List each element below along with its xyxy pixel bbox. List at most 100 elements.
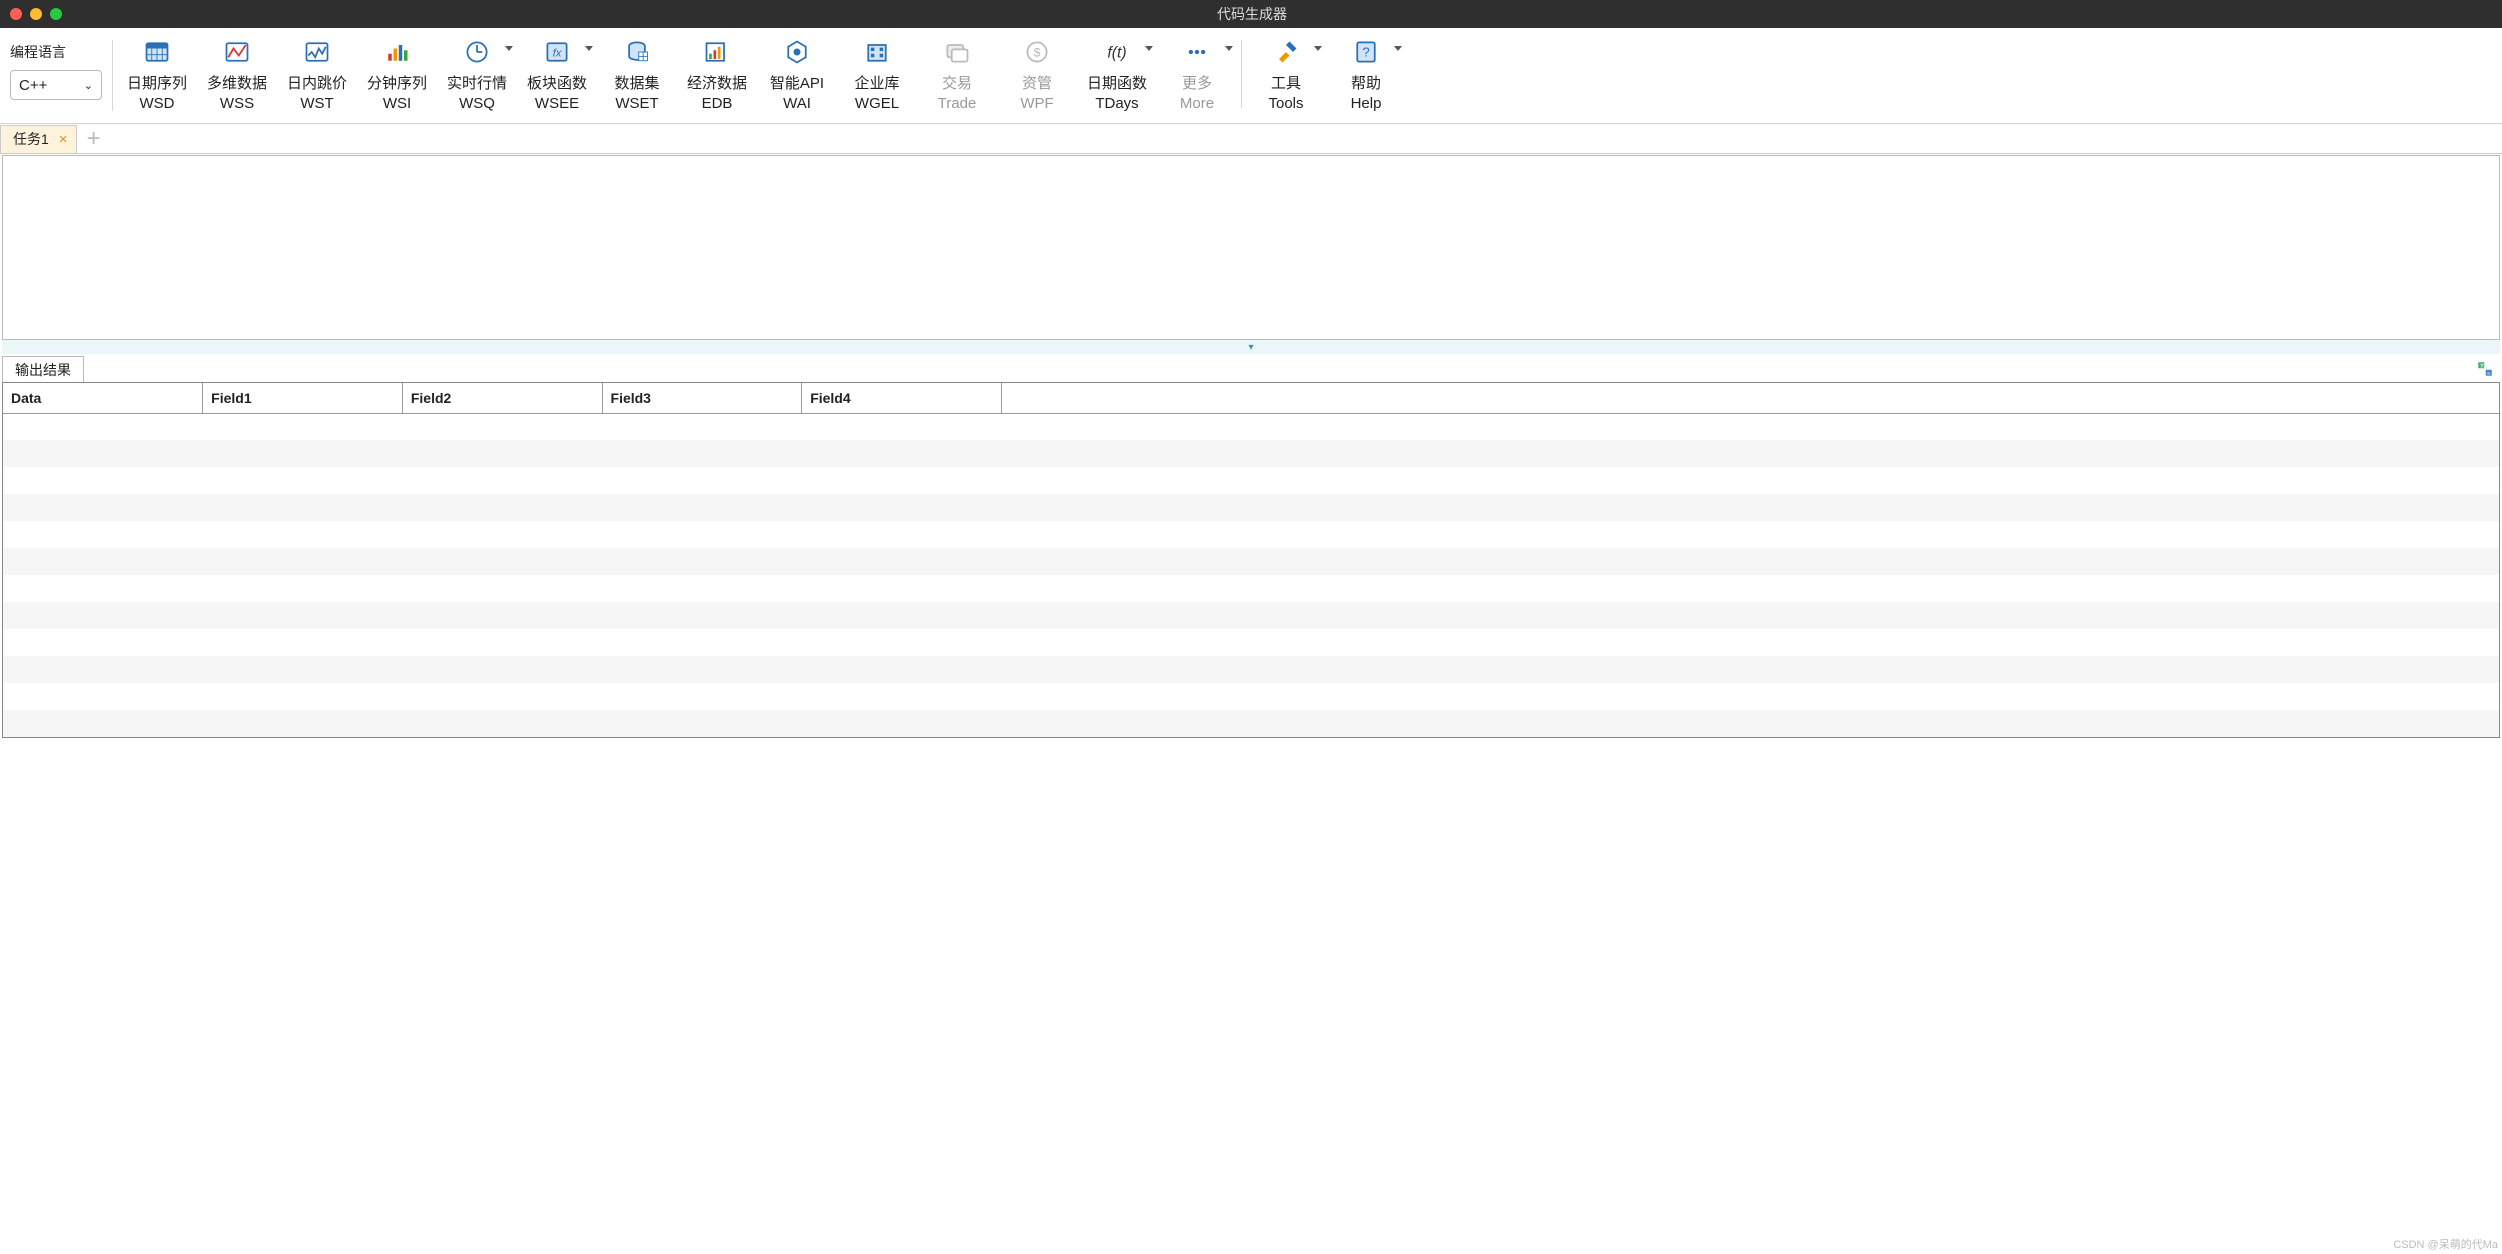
toolbar-label-1: 日内跳价 bbox=[287, 72, 347, 93]
output-tab-label: 输出结果 bbox=[15, 360, 71, 380]
table-row bbox=[3, 440, 2499, 467]
table-row bbox=[3, 467, 2499, 494]
wsd-icon bbox=[143, 36, 171, 68]
toolbar-label-2: Trade bbox=[938, 95, 977, 112]
toolbar-label-2: WPF bbox=[1020, 95, 1053, 112]
toolbar-wgel-button[interactable]: 企业库WGEL bbox=[837, 32, 917, 116]
chevron-down-icon bbox=[1145, 46, 1153, 51]
table-row bbox=[3, 413, 2499, 440]
chevron-down-icon bbox=[505, 46, 513, 51]
tools-icon bbox=[1272, 36, 1300, 68]
column-header[interactable]: Field3 bbox=[602, 383, 802, 413]
toolbar-label-1: 多维数据 bbox=[207, 72, 267, 93]
table-row bbox=[3, 548, 2499, 575]
trade-icon bbox=[943, 36, 971, 68]
toolbar-label-1: 资管 bbox=[1022, 72, 1052, 93]
minimize-window-button[interactable] bbox=[30, 8, 42, 20]
toolbar-label-1: 更多 bbox=[1182, 72, 1212, 93]
tdays-icon: f(t) bbox=[1103, 36, 1131, 68]
toolbar-label-1: 经济数据 bbox=[687, 72, 747, 93]
toolbar-help-button[interactable]: ? 帮助 Help bbox=[1326, 32, 1406, 116]
toolbar-label-2: TDays bbox=[1095, 95, 1138, 112]
toolbar-label-1: 实时行情 bbox=[447, 72, 507, 93]
toolbar-wst-button[interactable]: 日内跳价WST bbox=[277, 32, 357, 116]
toolbar-label-1: 数据集 bbox=[614, 72, 659, 93]
svg-text:$: $ bbox=[1034, 45, 1041, 59]
toolbar-wsee-button[interactable]: fx板块函数WSEE bbox=[517, 32, 597, 116]
toolbar-label-2: WSET bbox=[615, 95, 658, 112]
table-row bbox=[3, 494, 2499, 521]
column-header[interactable]: Field1 bbox=[203, 383, 403, 413]
chevron-down-icon bbox=[1225, 46, 1233, 51]
toolbar-wsi-button[interactable]: 分钟序列 WSI bbox=[357, 32, 437, 116]
titlebar: 代码生成器 bbox=[0, 0, 2502, 28]
task-tabstrip: 任务1 × + bbox=[0, 124, 2502, 154]
toolbar-wai-button[interactable]: 智能API WAI bbox=[757, 32, 837, 116]
close-icon[interactable]: × bbox=[59, 132, 68, 147]
toolbar-label-2: Help bbox=[1351, 95, 1382, 112]
svg-text:文: 文 bbox=[2480, 362, 2485, 369]
column-header[interactable]: Field2 bbox=[402, 383, 602, 413]
column-header[interactable]: Field4 bbox=[802, 383, 1002, 413]
translate-icon[interactable]: 文a bbox=[2474, 358, 2496, 380]
wgel-icon bbox=[863, 36, 891, 68]
wst-icon bbox=[303, 36, 331, 68]
toolbar-tdays-button[interactable]: f(t) 日期函数 TDays bbox=[1077, 32, 1157, 116]
edb-icon bbox=[703, 36, 731, 68]
collapse-handle[interactable]: ▾ bbox=[2, 340, 2500, 354]
toolbar-tools-button[interactable]: 工具 Tools bbox=[1246, 32, 1326, 116]
toolbar-wsd-button[interactable]: 日期序列 WSD bbox=[117, 32, 197, 116]
toolbar-label-1: 日期序列 bbox=[127, 72, 187, 93]
toolbar-label-1: 分钟序列 bbox=[367, 72, 427, 93]
output-table: DataField1Field2Field3Field4 bbox=[2, 382, 2500, 738]
toolbar-label-1: 交易 bbox=[942, 72, 972, 93]
code-editor[interactable] bbox=[2, 155, 2500, 340]
window-controls bbox=[10, 8, 62, 20]
toolbar-label-1: 智能API bbox=[770, 72, 824, 93]
language-dropdown[interactable]: C++ ⌄ bbox=[10, 70, 102, 100]
toolbar-label-2: WSEE bbox=[535, 95, 579, 112]
maximize-window-button[interactable] bbox=[50, 8, 62, 20]
toolbar-wsq-button[interactable]: 实时行情 WSQ bbox=[437, 32, 517, 116]
help-icon: ? bbox=[1352, 36, 1380, 68]
toolbar-label-1: 工具 bbox=[1271, 72, 1301, 93]
toolbar-label-2: EDB bbox=[702, 95, 733, 112]
close-window-button[interactable] bbox=[10, 8, 22, 20]
toolbar-label-2: WSQ bbox=[459, 95, 495, 112]
table-row bbox=[3, 656, 2499, 683]
chevron-down-icon: ▾ bbox=[1248, 342, 1253, 353]
toolbar-label-2: More bbox=[1180, 95, 1214, 112]
column-header[interactable]: Data bbox=[3, 383, 203, 413]
wss-icon bbox=[223, 36, 251, 68]
table-row bbox=[3, 629, 2499, 656]
svg-text:fx: fx bbox=[553, 47, 563, 59]
wsi-icon bbox=[383, 36, 411, 68]
toolbar-label-2: WSS bbox=[220, 95, 254, 112]
column-header-spacer bbox=[1001, 383, 2499, 413]
add-tab-button[interactable]: + bbox=[87, 125, 101, 153]
language-label: 编程语言 bbox=[10, 42, 102, 62]
svg-text:?: ? bbox=[1362, 44, 1369, 59]
output-tab[interactable]: 输出结果 bbox=[2, 356, 84, 382]
chevron-down-icon bbox=[585, 46, 593, 51]
output-header: 输出结果 文a bbox=[2, 356, 2500, 382]
toolbar-edb-button[interactable]: 经济数据 EDB bbox=[677, 32, 757, 116]
toolbar-label-2: WSI bbox=[383, 95, 411, 112]
toolbar-label-1: 帮助 bbox=[1351, 72, 1381, 93]
task-tab-label: 任务1 bbox=[13, 129, 49, 149]
toolbar-label-2: Tools bbox=[1268, 95, 1303, 112]
toolbar-wss-button[interactable]: 多维数据 WSS bbox=[197, 32, 277, 116]
toolbar-wset-button[interactable]: 数据集 WSET bbox=[597, 32, 677, 116]
task-tab[interactable]: 任务1 × bbox=[0, 125, 77, 153]
chevron-down-icon bbox=[1314, 46, 1322, 51]
toolbar-label-2: WSD bbox=[140, 95, 175, 112]
toolbar-wpf-button: $ 资管 WPF bbox=[997, 32, 1077, 116]
wset-icon bbox=[623, 36, 651, 68]
table-row bbox=[3, 575, 2499, 602]
toolbar-label-1: 日期函数 bbox=[1087, 72, 1147, 93]
toolbar-more-button: 更多 More bbox=[1157, 32, 1237, 116]
wsee-icon: fx bbox=[543, 36, 571, 68]
toolbar-label-2: WAI bbox=[783, 95, 811, 112]
toolbar: 编程语言 C++ ⌄ 日期序列 WSD 多维数据 WSS 日内跳价WST 分钟序列 WSI 实… bbox=[0, 28, 2502, 124]
language-value: C++ bbox=[19, 77, 47, 94]
